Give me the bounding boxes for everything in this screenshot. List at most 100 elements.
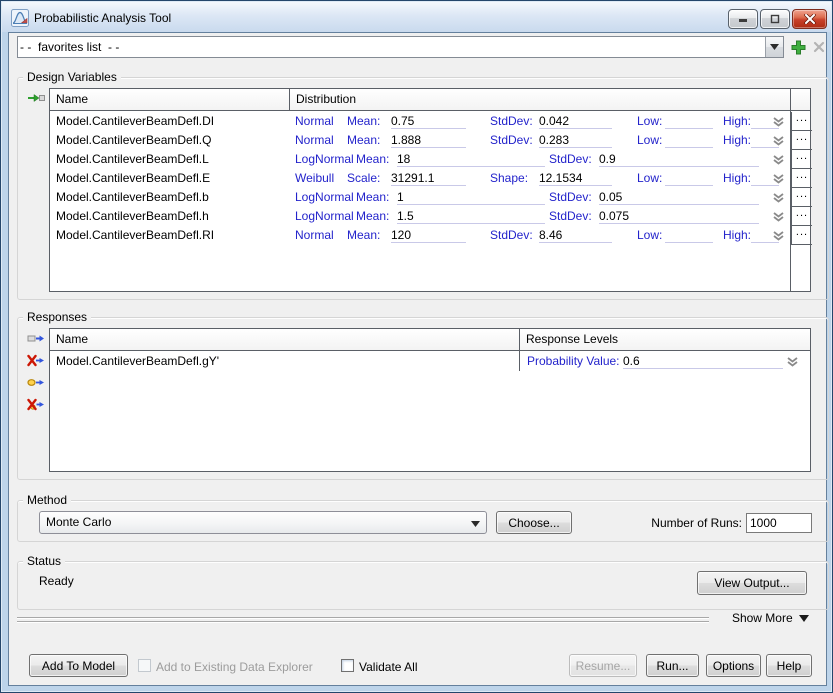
distribution-type[interactable]: Normal [295,228,334,243]
variable-name[interactable]: Model.CantileverBeamDefl.L [56,152,209,166]
distribution-type[interactable]: Normal [295,133,334,148]
low-field[interactable] [665,228,713,243]
response-name[interactable]: Model.CantileverBeamDefl.gY' [56,354,219,368]
add-design-variable-icon[interactable] [27,91,45,105]
param1-field[interactable]: 1 [397,190,545,205]
resume-button[interactable]: Resume... [569,654,637,677]
options-button[interactable]: Options [706,654,761,677]
expand-chevron-icon[interactable] [772,135,785,149]
run-button[interactable]: Run... [646,654,699,677]
variable-name[interactable]: Model.CantileverBeamDefl.RI [56,228,214,242]
more-button[interactable]: ... [791,207,812,226]
close-button[interactable] [792,9,827,29]
more-button[interactable]: ... [791,169,812,188]
param2-label: StdDev: [549,209,592,224]
method-combobox[interactable]: Monte Carlo [39,511,487,534]
favorites-input[interactable] [20,38,762,56]
param2-field[interactable]: 12.1534 [539,171,612,186]
column-header-response-levels: Response Levels [526,332,618,346]
more-button[interactable]: ... [791,188,812,207]
level-value-field[interactable]: 0.6 [623,354,783,369]
minimize-button[interactable] [728,9,758,29]
distribution-cell: Normal Mean: 1.888 StdDev: 0.283 Low: Hi… [290,131,791,150]
variable-name[interactable]: Model.CantileverBeamDefl.E [56,171,210,185]
low-field[interactable] [665,133,713,148]
responses-table: Name Response Levels Model.CantileverBea… [49,328,811,472]
param1-field[interactable]: 1.5 [397,209,545,224]
param1-field[interactable]: 18 [397,152,545,167]
design-variables-label: Design Variables [23,70,121,84]
expand-chevron-icon[interactable] [772,116,785,130]
param1-label: Mean: [347,228,380,243]
method-selected-value: Monte Carlo [46,515,111,529]
param1-field[interactable]: 0.75 [391,114,466,129]
app-distribution-icon [11,9,29,27]
more-button[interactable]: ... [791,226,812,245]
distribution-type[interactable]: Normal [295,114,334,129]
level-label: Probability Value: [527,354,620,369]
responses-table-header: Name Response Levels [50,329,810,351]
low-field[interactable] [665,114,713,129]
validate-all-checkbox[interactable] [341,659,354,672]
param2-field[interactable]: 0.05 [599,190,759,205]
param2-field[interactable]: 0.283 [539,133,612,148]
param2-field[interactable]: 0.075 [599,209,759,224]
view-output-button[interactable]: View Output... [697,571,807,595]
distribution-type[interactable]: Weibull [295,171,334,186]
param2-field[interactable]: 0.042 [539,114,612,129]
column-header-name: Name [56,92,88,106]
param1-field[interactable]: 120 [391,228,466,243]
variable-name[interactable]: Model.CantileverBeamDefl.h [56,209,209,223]
more-button[interactable]: ... [791,150,812,169]
remove-response-icon[interactable] [27,354,45,368]
add-response-level-icon[interactable] [27,376,45,390]
favorites-combobox[interactable] [17,36,784,58]
design-variables-table: Name Distribution Model.CantileverBeamDe… [49,88,811,292]
chevron-down-icon [770,44,779,50]
expand-chevron-icon[interactable] [772,211,785,225]
expand-chevron-icon[interactable] [772,230,785,244]
distribution-type[interactable]: LogNormal [295,209,354,224]
minimize-icon [729,10,757,28]
more-button[interactable]: ... [791,131,812,150]
variable-name[interactable]: Model.CantileverBeamDefl.Q [56,133,211,147]
more-button[interactable]: ... [791,112,812,131]
low-label: Low: [637,133,662,148]
number-of-runs-label: Number of Runs: [589,516,742,530]
favorites-dropdown-button[interactable] [765,37,783,57]
responses-label: Responses [23,310,91,324]
distribution-type[interactable]: LogNormal [295,190,354,205]
distribution-type[interactable]: LogNormal [295,152,354,167]
chevron-down-icon [471,521,480,527]
param1-field[interactable]: 1.888 [391,133,466,148]
low-field[interactable] [665,171,713,186]
response-levels-cell: Probability Value: 0.6 [520,352,811,371]
remove-response-level-icon[interactable] [27,398,45,412]
column-header-distribution: Distribution [296,92,356,106]
plus-icon [791,40,806,55]
add-to-model-button[interactable]: Add To Model [29,654,128,677]
variable-name[interactable]: Model.CantileverBeamDefl.DI [56,114,214,128]
param2-field[interactable]: 8.46 [539,228,612,243]
add-favorite-button[interactable] [789,38,807,56]
low-label: Low: [637,171,662,186]
expand-chevron-icon[interactable] [786,356,799,370]
delete-favorite-button[interactable] [810,38,828,56]
choose-button[interactable]: Choose... [496,511,572,534]
param2-label: StdDev: [549,152,592,167]
help-button[interactable]: Help [766,654,812,677]
param2-field[interactable]: 0.9 [599,152,759,167]
expand-chevron-icon[interactable] [772,173,785,187]
variable-name[interactable]: Model.CantileverBeamDefl.b [56,190,209,204]
dialog-client-area: Design Variables Name Distribution Model… [8,32,827,686]
number-of-runs-input[interactable] [746,513,812,533]
add-to-existing-data-explorer-checkbox[interactable] [138,659,151,672]
add-response-icon[interactable] [27,332,45,346]
maximize-button[interactable] [760,9,790,29]
expand-chevron-icon[interactable] [772,192,785,206]
show-more-toggle[interactable]: Show More [713,611,809,625]
param1-field[interactable]: 31291.1 [391,171,466,186]
low-label: Low: [637,114,662,129]
expand-chevron-icon[interactable] [772,154,785,168]
maximize-icon [761,10,789,28]
